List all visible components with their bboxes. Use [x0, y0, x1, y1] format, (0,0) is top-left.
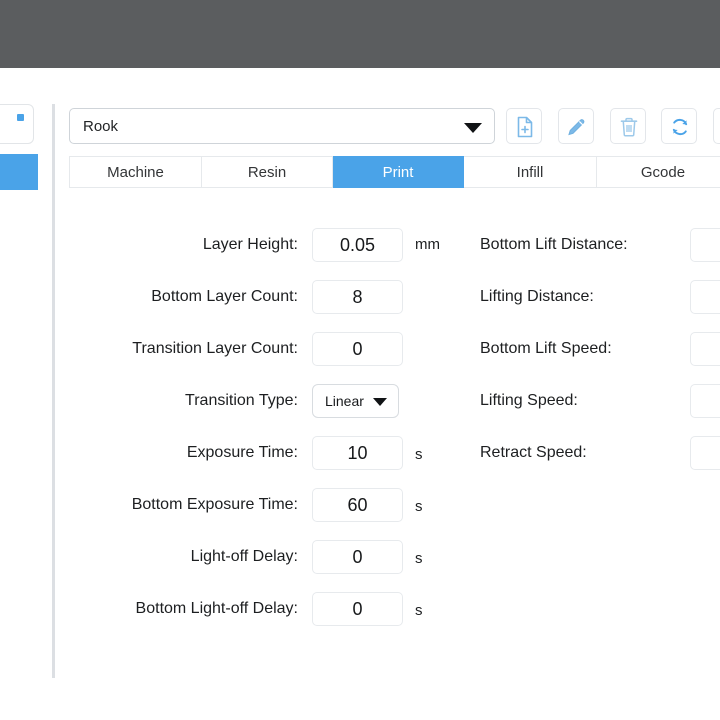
- value-exposure-time: 10: [313, 437, 402, 469]
- input-layer-height[interactable]: 0.05: [312, 228, 403, 262]
- input-bottom-lift-speed[interactable]: [690, 332, 720, 366]
- label-light-off-delay: Light-off Delay:: [191, 540, 298, 574]
- label-bottom-lift-distance: Bottom Lift Distance:: [480, 228, 628, 262]
- unit-bottom-light-off-delay: s: [415, 594, 423, 628]
- unit-light-off-delay: s: [415, 542, 423, 576]
- label-transition-type: Transition Type:: [185, 384, 298, 418]
- row-light-off-delay: Light-off Delay:: [60, 540, 298, 574]
- value-bottom-layer-count: 8: [313, 281, 402, 313]
- row-transition-type: Transition Type:: [60, 384, 298, 418]
- input-retract-speed[interactable]: [690, 436, 720, 470]
- unit-layer-height: mm: [415, 228, 440, 262]
- value-light-off-delay: 0: [313, 541, 402, 573]
- label-transition-layer-count: Transition Layer Count:: [132, 332, 298, 366]
- input-exposure-time[interactable]: 10: [312, 436, 403, 470]
- value-bottom-light-off-delay: 0: [313, 593, 402, 625]
- row-bottom-layer-count: Bottom Layer Count:: [60, 280, 298, 314]
- input-bottom-light-off-delay[interactable]: 0: [312, 592, 403, 626]
- label-exposure-time: Exposure Time:: [187, 436, 298, 470]
- label-layer-height: Layer Height:: [203, 228, 298, 262]
- label-bottom-layer-count: Bottom Layer Count:: [151, 280, 298, 314]
- application-window: Rook Machine Re: [0, 0, 720, 720]
- row-transition-layer-count: Transition Layer Count:: [60, 332, 298, 366]
- label-retract-speed: Retract Speed:: [480, 436, 587, 470]
- label-lifting-distance: Lifting Distance:: [480, 280, 594, 314]
- row-bottom-exposure-time: Bottom Exposure Time:: [60, 488, 298, 522]
- print-settings-form: Layer Height: 0.05 mm Bottom Layer Count…: [0, 0, 720, 720]
- value-bottom-exposure-time: 60: [313, 489, 402, 521]
- input-bottom-lift-distance[interactable]: [690, 228, 720, 262]
- input-transition-layer-count[interactable]: 0: [312, 332, 403, 366]
- input-bottom-exposure-time[interactable]: 60: [312, 488, 403, 522]
- input-lifting-speed[interactable]: [690, 384, 720, 418]
- input-bottom-layer-count[interactable]: 8: [312, 280, 403, 314]
- unit-bottom-exposure-time: s: [415, 490, 423, 524]
- row-exposure-time: Exposure Time:: [60, 436, 298, 470]
- label-bottom-exposure-time: Bottom Exposure Time:: [132, 488, 298, 522]
- row-layer-height: Layer Height:: [60, 228, 298, 262]
- input-light-off-delay[interactable]: 0: [312, 540, 403, 574]
- label-lifting-speed: Lifting Speed:: [480, 384, 578, 418]
- select-transition-type[interactable]: Linear: [312, 384, 399, 418]
- value-layer-height: 0.05: [313, 229, 402, 261]
- row-bottom-light-off-delay: Bottom Light-off Delay:: [60, 592, 298, 626]
- label-bottom-light-off-delay: Bottom Light-off Delay:: [136, 592, 298, 626]
- label-bottom-lift-speed: Bottom Lift Speed:: [480, 332, 612, 366]
- unit-exposure-time: s: [415, 438, 423, 472]
- chevron-down-icon[interactable]: [373, 398, 387, 406]
- input-lifting-distance[interactable]: [690, 280, 720, 314]
- value-transition-layer-count: 0: [313, 333, 402, 365]
